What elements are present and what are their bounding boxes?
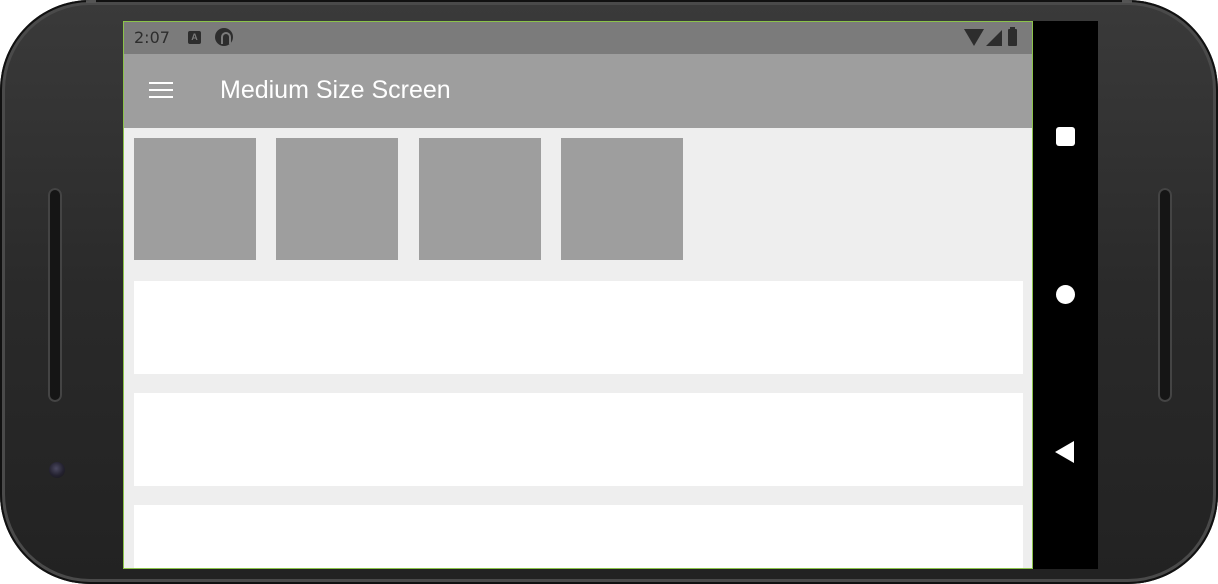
top-app-bar: Medium Size Screen	[124, 54, 1032, 128]
tile-2[interactable]	[276, 138, 398, 260]
tile-row	[134, 138, 694, 260]
left-speaker-groove	[48, 188, 62, 402]
system-status-icons	[964, 27, 1022, 49]
a-box-icon: A	[188, 31, 201, 44]
top-bezel-notch-right	[1122, 0, 1132, 3]
tile-4[interactable]	[561, 138, 683, 260]
status-bar: 2:07 A	[124, 22, 1032, 54]
tile-3[interactable]	[419, 138, 541, 260]
page-title: Medium Size Screen	[220, 76, 451, 104]
recent-apps-icon[interactable]	[1056, 127, 1075, 146]
home-icon[interactable]	[1056, 285, 1075, 304]
card-3[interactable]	[134, 505, 1023, 568]
battery-icon	[1008, 27, 1017, 46]
tile-1[interactable]	[134, 138, 256, 260]
phone-device: 2:07 A Medium Size Screen	[0, 0, 1218, 584]
front-camera-icon	[49, 462, 65, 478]
signal-icon	[986, 30, 1002, 46]
menu-line-icon	[149, 82, 173, 84]
top-bezel-notch	[86, 0, 96, 3]
card-2[interactable]	[134, 393, 1023, 486]
device-screen: 2:07 A Medium Size Screen	[123, 21, 1033, 569]
menu-line-icon	[149, 89, 173, 91]
p-circle-icon	[215, 28, 233, 46]
menu-icon[interactable]	[149, 81, 173, 99]
right-speaker-groove	[1158, 188, 1172, 402]
system-navigation-bar	[1033, 21, 1098, 569]
status-time: 2:07	[134, 28, 170, 47]
back-icon[interactable]	[1055, 441, 1074, 463]
wifi-icon	[964, 29, 984, 46]
card-1[interactable]	[134, 281, 1023, 374]
menu-line-icon	[149, 96, 173, 98]
